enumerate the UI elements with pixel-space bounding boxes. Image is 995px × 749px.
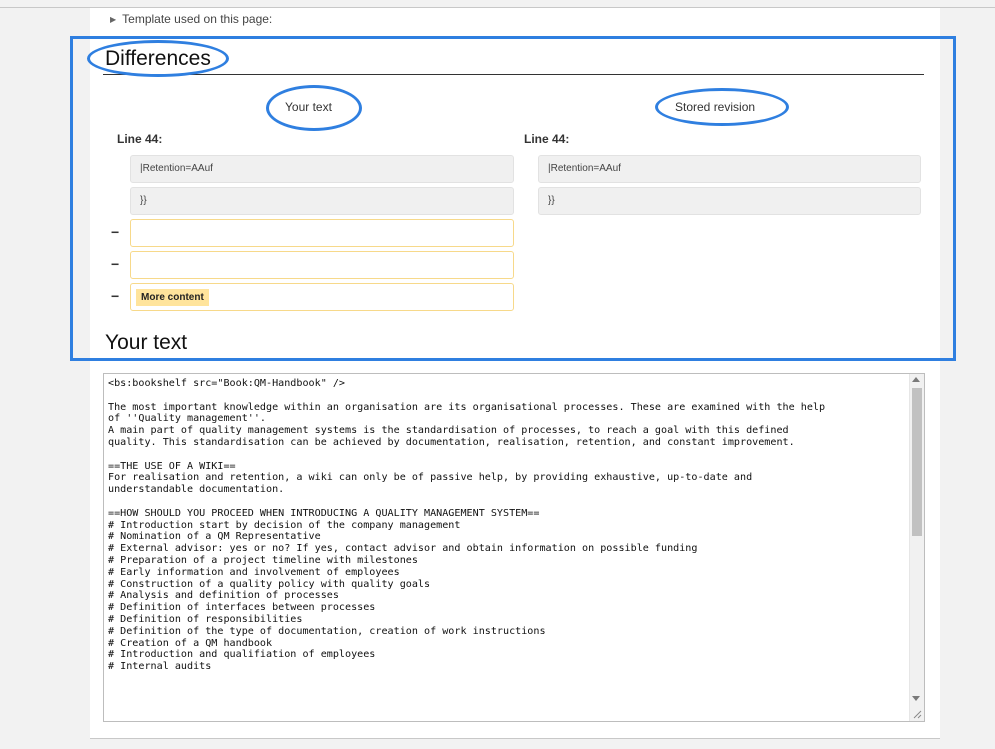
- templates-used-toggle[interactable]: ▶ Template used on this page:: [110, 12, 272, 26]
- stored-revision-highlight-circle: [655, 88, 789, 126]
- right-context-line: }}: [538, 187, 921, 215]
- scrollbar-thumb[interactable]: [912, 388, 922, 536]
- wikitext-editor[interactable]: <bs:bookshelf src="Book:QM-Handbook" /> …: [103, 373, 925, 722]
- left-context-line: }}: [130, 187, 514, 215]
- left-context-line: |Retention=AAuf: [130, 155, 514, 183]
- deleted-line: [130, 219, 514, 247]
- deleted-line-marker: −: [111, 288, 120, 304]
- wikitext-content[interactable]: <bs:bookshelf src="Book:QM-Handbook" /> …: [108, 378, 908, 673]
- deleted-line-marker: −: [111, 224, 120, 240]
- heading-underline: [103, 74, 924, 75]
- right-context-line: |Retention=AAuf: [538, 155, 921, 183]
- deleted-line-marker: −: [111, 256, 120, 272]
- your-text-highlight-circle: [266, 85, 362, 131]
- resize-grip-icon[interactable]: [912, 709, 922, 719]
- page-bottom-divider: [90, 738, 940, 739]
- deleted-line: More content: [130, 283, 514, 311]
- deleted-line: [130, 251, 514, 279]
- templates-used-label: Template used on this page:: [122, 12, 273, 26]
- editor-scrollbar[interactable]: [909, 374, 924, 721]
- triangle-right-icon: ▶: [110, 15, 117, 24]
- scroll-up-icon[interactable]: [912, 377, 920, 382]
- left-line-number: Line 44:: [117, 132, 163, 146]
- right-line-number: Line 44:: [524, 132, 570, 146]
- your-text-heading: Your text: [105, 331, 188, 354]
- scroll-down-icon[interactable]: [912, 696, 920, 701]
- deleted-line-highlight: More content: [136, 289, 209, 306]
- differences-highlight-circle: [87, 40, 229, 77]
